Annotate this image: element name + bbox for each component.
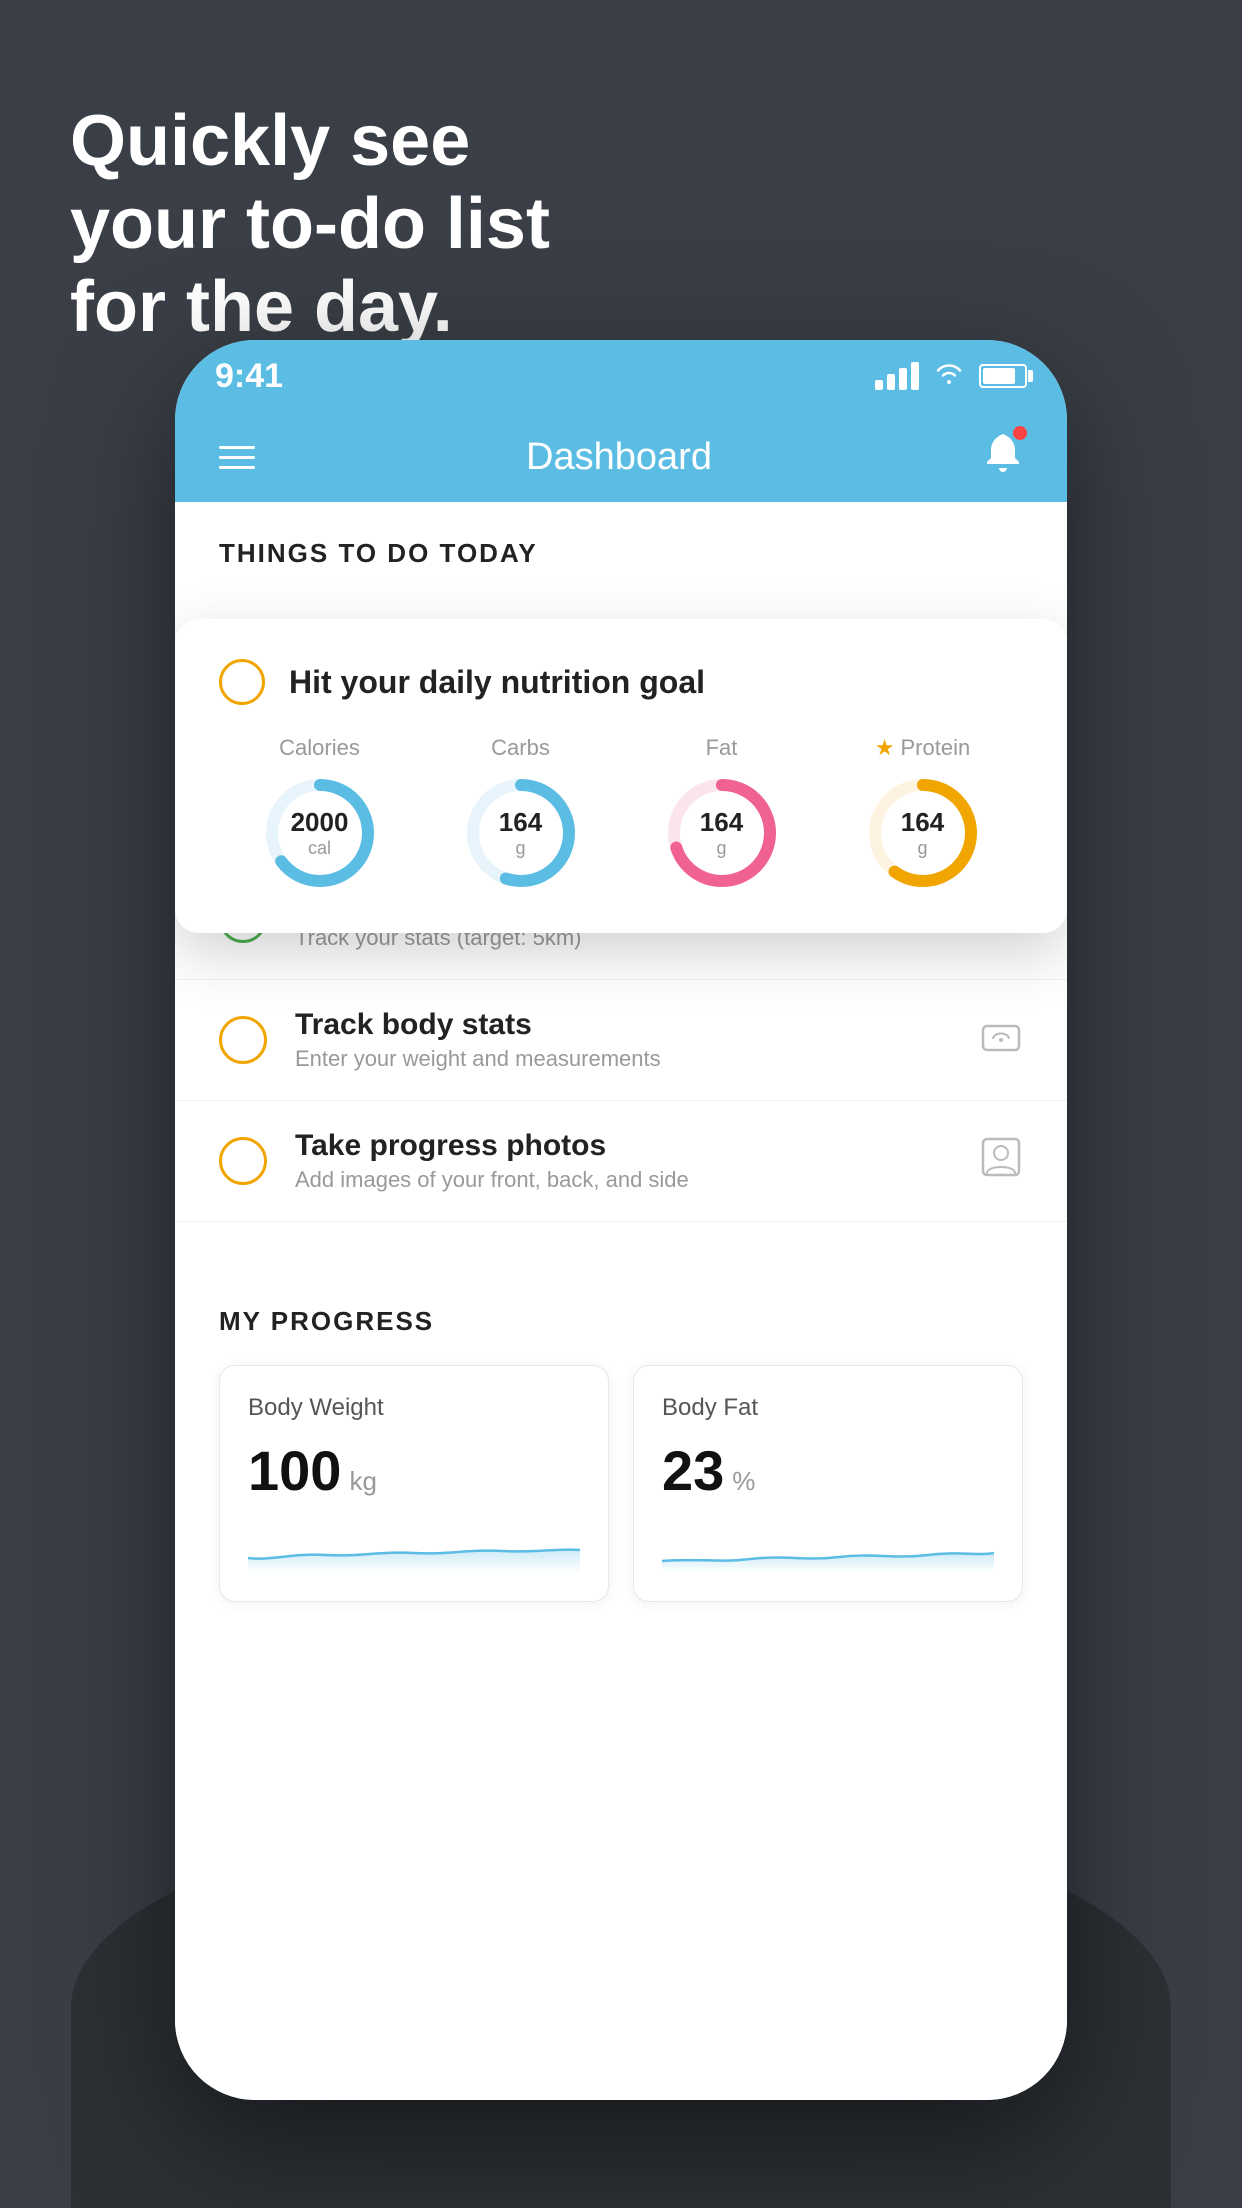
content-area: THINGS TO DO TODAY Hit your daily nutrit… [175,502,1067,2100]
fat-label: Fat [706,735,738,761]
nutrition-todo-label: Hit your daily nutrition goal [289,664,705,701]
photos-desc: Add images of your front, back, and side [295,1167,951,1193]
body-stats-circle [219,1016,267,1064]
body-stats-text: Track body stats Enter your weight and m… [295,1008,951,1072]
body-fat-chart [662,1523,994,1573]
fat-value: 164 [700,807,743,838]
todo-body-stats[interactable]: Track body stats Enter your weight and m… [175,980,1067,1101]
calories-value: 2000 [291,807,349,838]
nutrition-todo-circle[interactable] [219,659,265,705]
body-weight-value: 100 [248,1438,341,1503]
protein-value: 164 [901,807,944,838]
calories-item: Calories 2000 cal [260,735,380,893]
nutrition-grid: Calories 2000 cal [219,735,1023,893]
phone-mockup: 9:41 Dashboard [175,340,1067,2100]
person-photo-icon [979,1135,1023,1188]
fat-unit: g [716,838,726,858]
body-fat-value: 23 [662,1438,724,1503]
things-todo-title: THINGS TO DO TODAY [175,502,1067,579]
body-weight-card: Body Weight 100 kg [219,1365,609,1602]
calories-donut: 2000 cal [260,773,380,893]
battery-icon [979,364,1027,388]
protein-label-wrap: ★ Protein [875,735,970,761]
protein-unit: g [917,838,927,858]
body-weight-value-wrap: 100 kg [248,1438,580,1503]
header-title: Dashboard [526,436,712,479]
notification-bell-icon[interactable] [983,430,1023,484]
carbs-donut: 164 g [461,773,581,893]
body-stats-name: Track body stats [295,1008,951,1042]
body-fat-label: Body Fat [662,1394,994,1422]
wifi-icon [933,360,965,392]
photos-name: Take progress photos [295,1129,951,1163]
fat-donut: 164 g [662,773,782,893]
progress-section-title: MY PROGRESS [219,1306,1023,1337]
carbs-unit: g [515,838,525,858]
nutrition-card: Hit your daily nutrition goal Calories 2 [175,619,1067,933]
protein-donut: 164 g [863,773,983,893]
body-fat-card: Body Fat 23 % [633,1365,1023,1602]
status-bar: 9:41 [175,340,1067,412]
body-stats-desc: Enter your weight and measurements [295,1046,951,1072]
calories-label: Calories [279,735,360,761]
status-time: 9:41 [215,357,283,396]
body-weight-unit: kg [349,1466,376,1497]
protein-label: Protein [901,735,971,761]
notification-dot [1013,426,1027,440]
carbs-label: Carbs [491,735,550,761]
body-weight-chart [248,1523,580,1573]
body-weight-label: Body Weight [248,1394,580,1422]
app-header: Dashboard [175,412,1067,502]
signal-icon [875,362,919,390]
photos-circle [219,1137,267,1185]
carbs-item: Carbs 164 g [461,735,581,893]
headline: Quickly see your to-do list for the day. [70,100,550,348]
status-icons [875,360,1027,392]
progress-section: MY PROGRESS Body Weight 100 kg [175,1262,1067,1602]
star-icon: ★ [875,735,895,761]
progress-cards: Body Weight 100 kg [219,1365,1023,1602]
body-fat-unit: % [732,1466,755,1497]
protein-item: ★ Protein 164 g [863,735,983,893]
photos-text: Take progress photos Add images of your … [295,1129,951,1193]
carbs-value: 164 [499,807,542,838]
todo-progress-photos[interactable]: Take progress photos Add images of your … [175,1101,1067,1222]
menu-button[interactable] [219,446,255,469]
scale-icon [979,1018,1023,1063]
fat-item: Fat 164 g [662,735,782,893]
body-fat-value-wrap: 23 % [662,1438,994,1503]
calories-unit: cal [308,838,331,858]
